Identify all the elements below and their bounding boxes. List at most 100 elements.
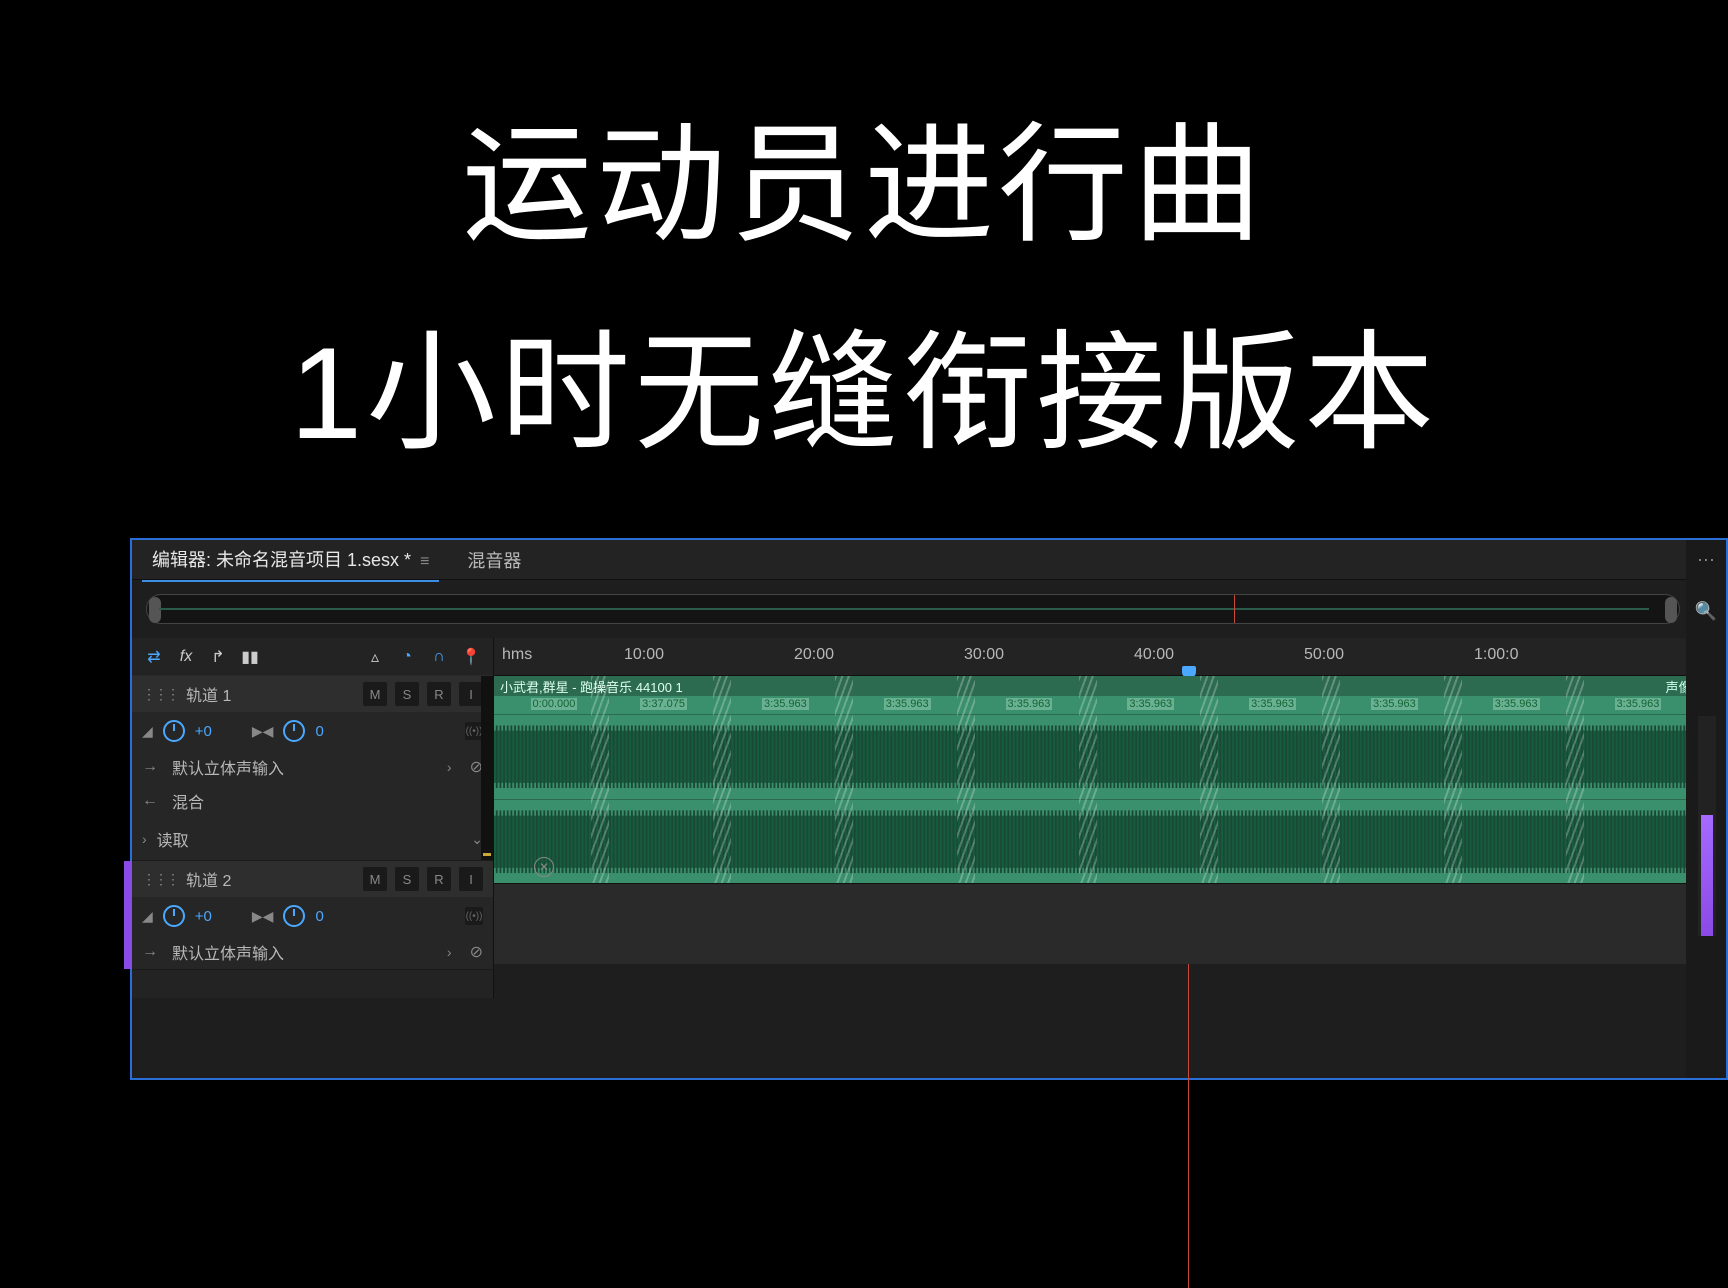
clip-marker: 3:35.963 bbox=[1493, 698, 1540, 710]
track-2-header: ⋮⋮⋮ 轨道 2 M S R I ◢ +0 ▶◀ 0 ((•)) bbox=[132, 861, 493, 970]
chevron-right-icon[interactable]: › bbox=[447, 944, 452, 960]
phase-invert-icon[interactable]: ⊘ bbox=[470, 942, 483, 962]
record-arm-button[interactable]: R bbox=[427, 682, 451, 706]
ruler-mark: 1:00:0 bbox=[1474, 646, 1518, 664]
volume-knob[interactable] bbox=[163, 905, 185, 927]
track-2-lane[interactable] bbox=[494, 884, 1726, 964]
pan-knob[interactable] bbox=[283, 905, 305, 927]
track-2-name[interactable]: 轨道 2 bbox=[186, 867, 355, 891]
tab-editor[interactable]: 编辑器: 未命名混音项目 1.sesx * ≡ bbox=[142, 538, 439, 582]
overlay-title-line1: 运动员进行曲 bbox=[0, 80, 1728, 268]
loop-icon[interactable]: ⇄ bbox=[144, 647, 164, 667]
ruler-mark: 20:00 bbox=[794, 646, 834, 664]
clip-marker: 3:35.963 bbox=[884, 698, 931, 710]
clip-marker-strip: 0:00.000 3:37.075 3:35.963 3:35.963 3:35… bbox=[494, 696, 1712, 714]
track-grip-icon[interactable]: ⋮⋮⋮ bbox=[142, 686, 178, 703]
tab-editor-filename: 未命名混音项目 1.sesx * bbox=[216, 550, 411, 570]
input-routing[interactable]: 默认立体声输入 bbox=[172, 755, 437, 779]
crossfade-region[interactable] bbox=[1079, 676, 1097, 883]
clip-marker: 3:35.963 bbox=[1249, 698, 1296, 710]
ruler-mark: 30:00 bbox=[964, 646, 1004, 664]
waveform-right-channel bbox=[494, 799, 1712, 884]
overview-handle-left[interactable] bbox=[149, 597, 161, 623]
solo-button[interactable]: S bbox=[395, 867, 419, 891]
overview-handle-right[interactable] bbox=[1665, 597, 1677, 623]
track-1-level-meter bbox=[481, 676, 493, 860]
crossfade-region[interactable] bbox=[835, 676, 853, 883]
clip-marker: 3:35.963 bbox=[1615, 698, 1662, 710]
output-routing[interactable]: 混合 bbox=[172, 789, 483, 813]
stereo-icon[interactable]: ((•)) bbox=[465, 907, 483, 925]
volume-value[interactable]: +0 bbox=[195, 908, 212, 925]
ruler-mark: 50:00 bbox=[1304, 646, 1344, 664]
toolbar-row: ⇄ fx ↱ ▮▮ ▵ ◔ ∩ 📍 bbox=[132, 638, 493, 676]
record-arm-button[interactable]: R bbox=[427, 867, 451, 891]
crossfade-region[interactable] bbox=[591, 676, 609, 883]
marker-pin-icon[interactable]: 📍 bbox=[461, 647, 481, 667]
clip-marker: 3:35.963 bbox=[762, 698, 809, 710]
tab-mixer[interactable]: 混音器 bbox=[457, 539, 531, 581]
clip-marker: 3:35.963 bbox=[1127, 698, 1174, 710]
time-ruler[interactable]: hms 10:00 20:00 30:00 40:00 50:00 1:00:0 bbox=[494, 638, 1726, 676]
ruler-mark: 40:00 bbox=[1134, 646, 1174, 664]
clip-action-icon[interactable]: ✕ bbox=[534, 857, 554, 877]
pan-value[interactable]: 0 bbox=[315, 723, 323, 740]
fx-icon[interactable]: fx bbox=[176, 647, 196, 667]
crossfade-region[interactable] bbox=[1322, 676, 1340, 883]
send-icon[interactable]: ↱ bbox=[208, 647, 228, 667]
track-1-header: ⋮⋮⋮ 轨道 1 M S R I ◢ +0 ▶◀ 0 ((•)) bbox=[132, 676, 493, 861]
input-monitor-button[interactable]: I bbox=[459, 867, 483, 891]
clip-marker: 0:00.000 bbox=[531, 698, 578, 710]
clip-marker: 3:35.963 bbox=[1371, 698, 1418, 710]
track-1-lane[interactable]: 小武君,群星 - 跑操音乐 44100 1 声像 ⌄ 0:00.000 3:37… bbox=[494, 676, 1726, 884]
waveform-display bbox=[494, 714, 1712, 883]
crossfade-region[interactable] bbox=[957, 676, 975, 883]
solo-button[interactable]: S bbox=[395, 682, 419, 706]
snap-time-icon[interactable]: ◔ bbox=[397, 647, 417, 667]
crossfade-region[interactable] bbox=[713, 676, 731, 883]
track-2-color-strip bbox=[124, 861, 132, 969]
pan-value[interactable]: 0 bbox=[315, 908, 323, 925]
overview-waveform-mini bbox=[159, 608, 1649, 610]
timeline-area[interactable]: hms 10:00 20:00 30:00 40:00 50:00 1:00:0… bbox=[494, 638, 1726, 998]
tab-menu-icon[interactable]: ≡ bbox=[420, 553, 429, 570]
volume-value[interactable]: +0 bbox=[195, 723, 212, 740]
volume-icon: ◢ bbox=[142, 908, 153, 925]
snap-magnet-icon[interactable]: ∩ bbox=[429, 647, 449, 667]
overview-navigator: ⊕ bbox=[132, 580, 1726, 638]
output-arrow-icon: ← bbox=[142, 792, 162, 810]
audio-clip[interactable]: 小武君,群星 - 跑操音乐 44100 1 声像 ⌄ 0:00.000 3:37… bbox=[494, 676, 1712, 883]
input-arrow-icon: → bbox=[142, 943, 162, 961]
pan-knob[interactable] bbox=[283, 720, 305, 742]
volume-icon: ◢ bbox=[142, 723, 153, 740]
expand-chevron-icon[interactable]: › bbox=[142, 831, 147, 847]
overview-playhead[interactable] bbox=[1234, 595, 1235, 623]
input-monitor-button[interactable]: I bbox=[459, 682, 483, 706]
track-grip-icon[interactable]: ⋮⋮⋮ bbox=[142, 871, 178, 888]
track-1-name[interactable]: 轨道 1 bbox=[186, 682, 355, 706]
audio-editor-panel: 编辑器: 未命名混音项目 1.sesx * ≡ 混音器 ⊕ ⇄ fx ↱ ▮▮ … bbox=[130, 538, 1728, 1080]
volume-knob[interactable] bbox=[163, 720, 185, 742]
track-headers-column: ⇄ fx ↱ ▮▮ ▵ ◔ ∩ 📍 ⋮⋮⋮ 轨道 1 M S R I bbox=[132, 638, 494, 998]
automation-mode[interactable]: 读取 bbox=[157, 827, 462, 851]
panel-menu-icon[interactable]: ⋯ bbox=[1697, 550, 1715, 571]
eq-icon[interactable]: ▮▮ bbox=[240, 647, 260, 667]
clip-marker: 3:35.963 bbox=[1006, 698, 1053, 710]
mute-button[interactable]: M bbox=[363, 867, 387, 891]
crossfade-region[interactable] bbox=[1200, 676, 1218, 883]
chevron-right-icon[interactable]: › bbox=[447, 759, 452, 775]
tab-editor-prefix: 编辑器: bbox=[152, 550, 211, 570]
master-level-meter bbox=[1698, 716, 1716, 936]
waveform-left-channel bbox=[494, 714, 1712, 799]
overlay-title-line2: 1小时无缝衔接版本 bbox=[0, 288, 1728, 476]
metronome-icon[interactable]: ▵ bbox=[365, 647, 385, 667]
pan-icon: ▶◀ bbox=[252, 723, 274, 740]
ruler-unit: hms bbox=[502, 646, 532, 664]
crossfade-region[interactable] bbox=[1566, 676, 1584, 883]
mute-button[interactable]: M bbox=[363, 682, 387, 706]
crossfade-region[interactable] bbox=[1444, 676, 1462, 883]
overview-scrollbar[interactable] bbox=[146, 594, 1680, 624]
clip-marker: 3:37.075 bbox=[640, 698, 687, 710]
zoom-tool-icon[interactable]: 🔍 bbox=[1695, 601, 1717, 622]
input-routing[interactable]: 默认立体声输入 bbox=[172, 940, 437, 964]
